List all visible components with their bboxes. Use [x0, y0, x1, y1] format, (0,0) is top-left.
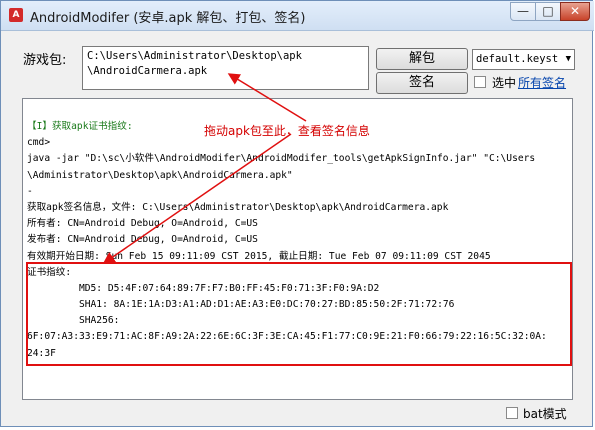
fingerprint-highlight-box [26, 262, 572, 366]
drag-hint-text: 拖动apk包至此，查看签名信息 [204, 124, 370, 138]
unpack-button[interactable]: 解包 [376, 48, 468, 70]
package-path-field[interactable]: C:\Users\Administrator\Desktop\apk \Andr… [82, 46, 369, 90]
log-line: 获取apk签名信息，文件: C:\Users\Administrator\Des… [27, 201, 449, 213]
close-button[interactable]: ✕ [560, 2, 590, 21]
maximize-button[interactable]: □ [535, 2, 561, 21]
package-path-line-2: \AndroidCarmera.apk [87, 65, 208, 77]
log-line: java -jar "D:\sc\小软件\AndroidModifer\Andr… [27, 153, 536, 165]
package-path-line-1: C:\Users\Administrator\Desktop\apk [87, 50, 302, 62]
chevron-down-icon: ▼ [565, 54, 571, 64]
keystore-select[interactable]: default.keyst ▼ [472, 49, 575, 70]
log-line: 发布者: CN=Android Debug, O=Android, C=US [27, 234, 258, 246]
bat-mode-label: bat模式 [523, 407, 567, 421]
package-label: 游戏包: [23, 53, 67, 68]
app-window: A AndroidModifer (安卓.apk 解包、打包、签名) — □ ✕… [0, 0, 594, 427]
select-all-label: 选中 [492, 76, 517, 90]
select-all-checkbox[interactable] [474, 76, 486, 88]
log-line: \Administrator\Desktop\apk\AndroidCarmer… [27, 169, 293, 181]
android-app-icon: A [9, 8, 23, 22]
bat-mode-checkbox[interactable] [506, 407, 518, 419]
sign-button[interactable]: 签名 [376, 72, 468, 94]
log-line: 所有者: CN=Android Debug, O=Android, C=US [27, 218, 258, 230]
all-signatures-link[interactable]: 所有签名 [518, 74, 566, 91]
minimize-button[interactable]: — [510, 2, 536, 21]
keystore-selected-value: default.keyst [476, 53, 559, 65]
title-bar[interactable]: A AndroidModifer (安卓.apk 解包、打包、签名) — □ ✕ [1, 1, 594, 31]
window-title: AndroidModifer (安卓.apk 解包、打包、签名) [30, 11, 306, 26]
log-line: - [27, 185, 33, 197]
